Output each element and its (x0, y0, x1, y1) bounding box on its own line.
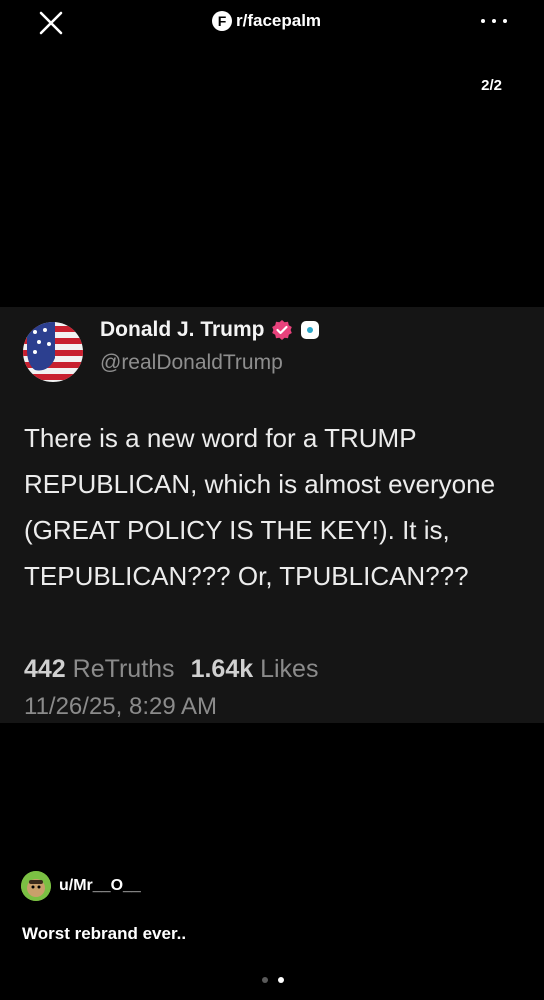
truth-post-image[interactable]: Donald J. Trump @realDonaldTrump There i… (0, 307, 544, 723)
subreddit-name: r/facepalm (236, 11, 322, 30)
verified-badge-icon (271, 320, 292, 340)
retruths-label: ReTruths (72, 655, 175, 683)
top-bar: F r/facepalm (0, 0, 544, 44)
author-row: Donald J. Trump (100, 318, 319, 342)
gallery-pagination (262, 977, 284, 983)
more-icon-dot (481, 19, 485, 23)
likes-label: Likes (260, 655, 319, 683)
flag-face-icon (23, 322, 83, 382)
gallery-counter: 2/2 (481, 77, 502, 94)
account-badge-icon (300, 321, 319, 339)
reddit-author[interactable]: u/Mr__O__ (21, 871, 141, 901)
username: u/Mr__O__ (59, 877, 141, 894)
author-handle: @realDonaldTrump (100, 351, 283, 374)
more-icon-dot (503, 19, 507, 23)
more-button[interactable] (481, 11, 507, 31)
author-name: Donald J. Trump (100, 318, 265, 341)
user-avatar (21, 871, 51, 901)
user-avatar-icon (21, 871, 51, 901)
close-icon (39, 11, 63, 35)
post-body: There is a new word for a TRUMP REPUBLIC… (24, 423, 496, 591)
subreddit-link[interactable]: F r/facepalm (212, 11, 321, 31)
close-button[interactable] (38, 10, 64, 36)
post-stats: 442 ReTruths 1.64k Likes (24, 655, 318, 684)
post-caption: Worst rebrand ever.. (22, 924, 187, 943)
more-icon-dot (492, 19, 496, 23)
post-date: 11/26/25, 8:29 AM (24, 693, 218, 720)
likes-count: 1.64k (190, 655, 254, 683)
pagination-dot-active[interactable] (278, 977, 284, 983)
retruths-count: 442 (24, 655, 66, 683)
subreddit-icon: F (212, 11, 232, 31)
author-avatar (23, 322, 83, 382)
pagination-dot[interactable] (262, 977, 268, 983)
